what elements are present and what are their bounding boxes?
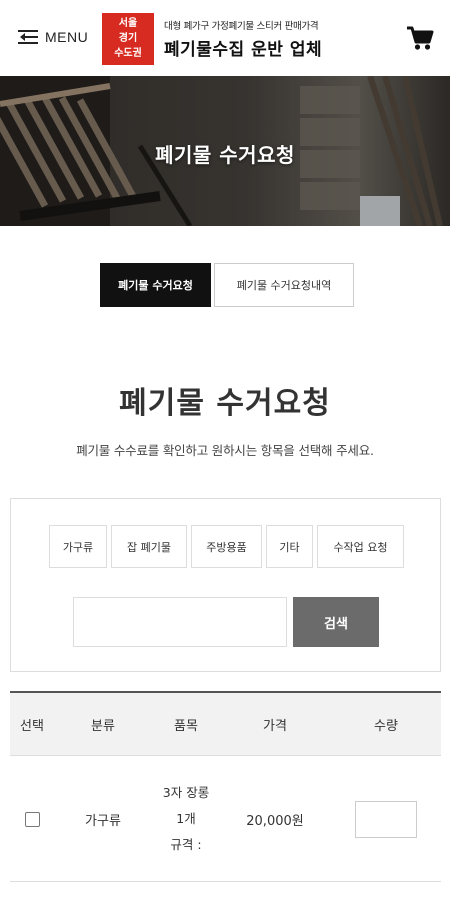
filter-panel: 가구류 잡 폐기물 주방용품 기타 수작업 요청 검색 (10, 498, 441, 672)
row-checkbox[interactable] (24, 811, 40, 827)
menu-label: MENU (45, 29, 89, 45)
search-input[interactable] (73, 597, 287, 647)
hamburger-menu-icon (18, 28, 40, 46)
badge-line: 수도권 (114, 48, 142, 59)
category-button-kitchen[interactable]: 주방용품 (191, 525, 262, 568)
category-buttons: 가구류 잡 폐기물 주방용품 기타 수작업 요청 (49, 525, 404, 568)
shopping-cart-icon[interactable] (404, 22, 436, 54)
quantity-input[interactable] (355, 800, 417, 838)
category-button-other[interactable]: 기타 (266, 525, 313, 568)
row-item-count: 1개 (176, 811, 196, 826)
menu-button[interactable]: MENU (18, 28, 88, 46)
tab-collection-request[interactable]: 폐기물 수거요청 (100, 263, 211, 307)
page-title: 폐기물 수거요청 (119, 386, 331, 421)
column-header-category: 분류 (91, 719, 115, 734)
column-header-select: 선택 (20, 719, 44, 734)
search-button[interactable]: 검색 (293, 597, 379, 647)
category-button-furniture[interactable]: 가구류 (49, 525, 107, 568)
brand-subtitle[interactable]: 대형 폐가구 가정폐기물 스티커 판매가격 (164, 18, 319, 32)
region-badge[interactable]: 서울 경기 수도권 (102, 13, 154, 65)
hero-banner: 폐기물 수거요청 (0, 76, 450, 226)
row-quantity-cell (350, 756, 422, 882)
table-row: 가구류 3자 장롱 1개 규격 : 20,000원 (10, 756, 441, 882)
row-category: 가구류 (85, 813, 121, 829)
row-item-cell: 3자 장롱 1개 규격 : (150, 756, 222, 882)
site-header: MENU 서울 경기 수도권 대형 폐가구 가정폐기물 스티커 판매가격 폐기물… (0, 0, 450, 76)
column-header-price: 가격 (263, 719, 287, 734)
page-description: 폐기물 수수료를 확인하고 원하시는 항목을 선택해 주세요. (76, 443, 374, 458)
tab-collection-history[interactable]: 폐기물 수거요청내역 (214, 263, 354, 307)
row-item-name: 3자 장롱 (162, 785, 210, 800)
column-header-quantity: 수량 (374, 719, 398, 734)
badge-line: 경기 (118, 33, 138, 44)
hero-title: 폐기물 수거요청 (155, 143, 295, 167)
table-header: 선택 분류 품목 가격 수량 (10, 691, 441, 756)
row-select-cell (10, 756, 54, 882)
brand-title[interactable]: 폐기물수집 운반 업체 (164, 35, 322, 60)
category-button-manual-request[interactable]: 수작업 요청 (317, 525, 404, 568)
tab-bar: 폐기물 수거요청 폐기물 수거요청내역 (100, 263, 354, 307)
badge-line: 서울 (118, 18, 138, 29)
column-header-item: 품목 (174, 719, 198, 734)
row-item-spec: 규격 : (170, 837, 202, 852)
row-price: 20,000원 (246, 813, 304, 829)
category-button-misc-waste[interactable]: 잡 폐기물 (111, 525, 187, 568)
